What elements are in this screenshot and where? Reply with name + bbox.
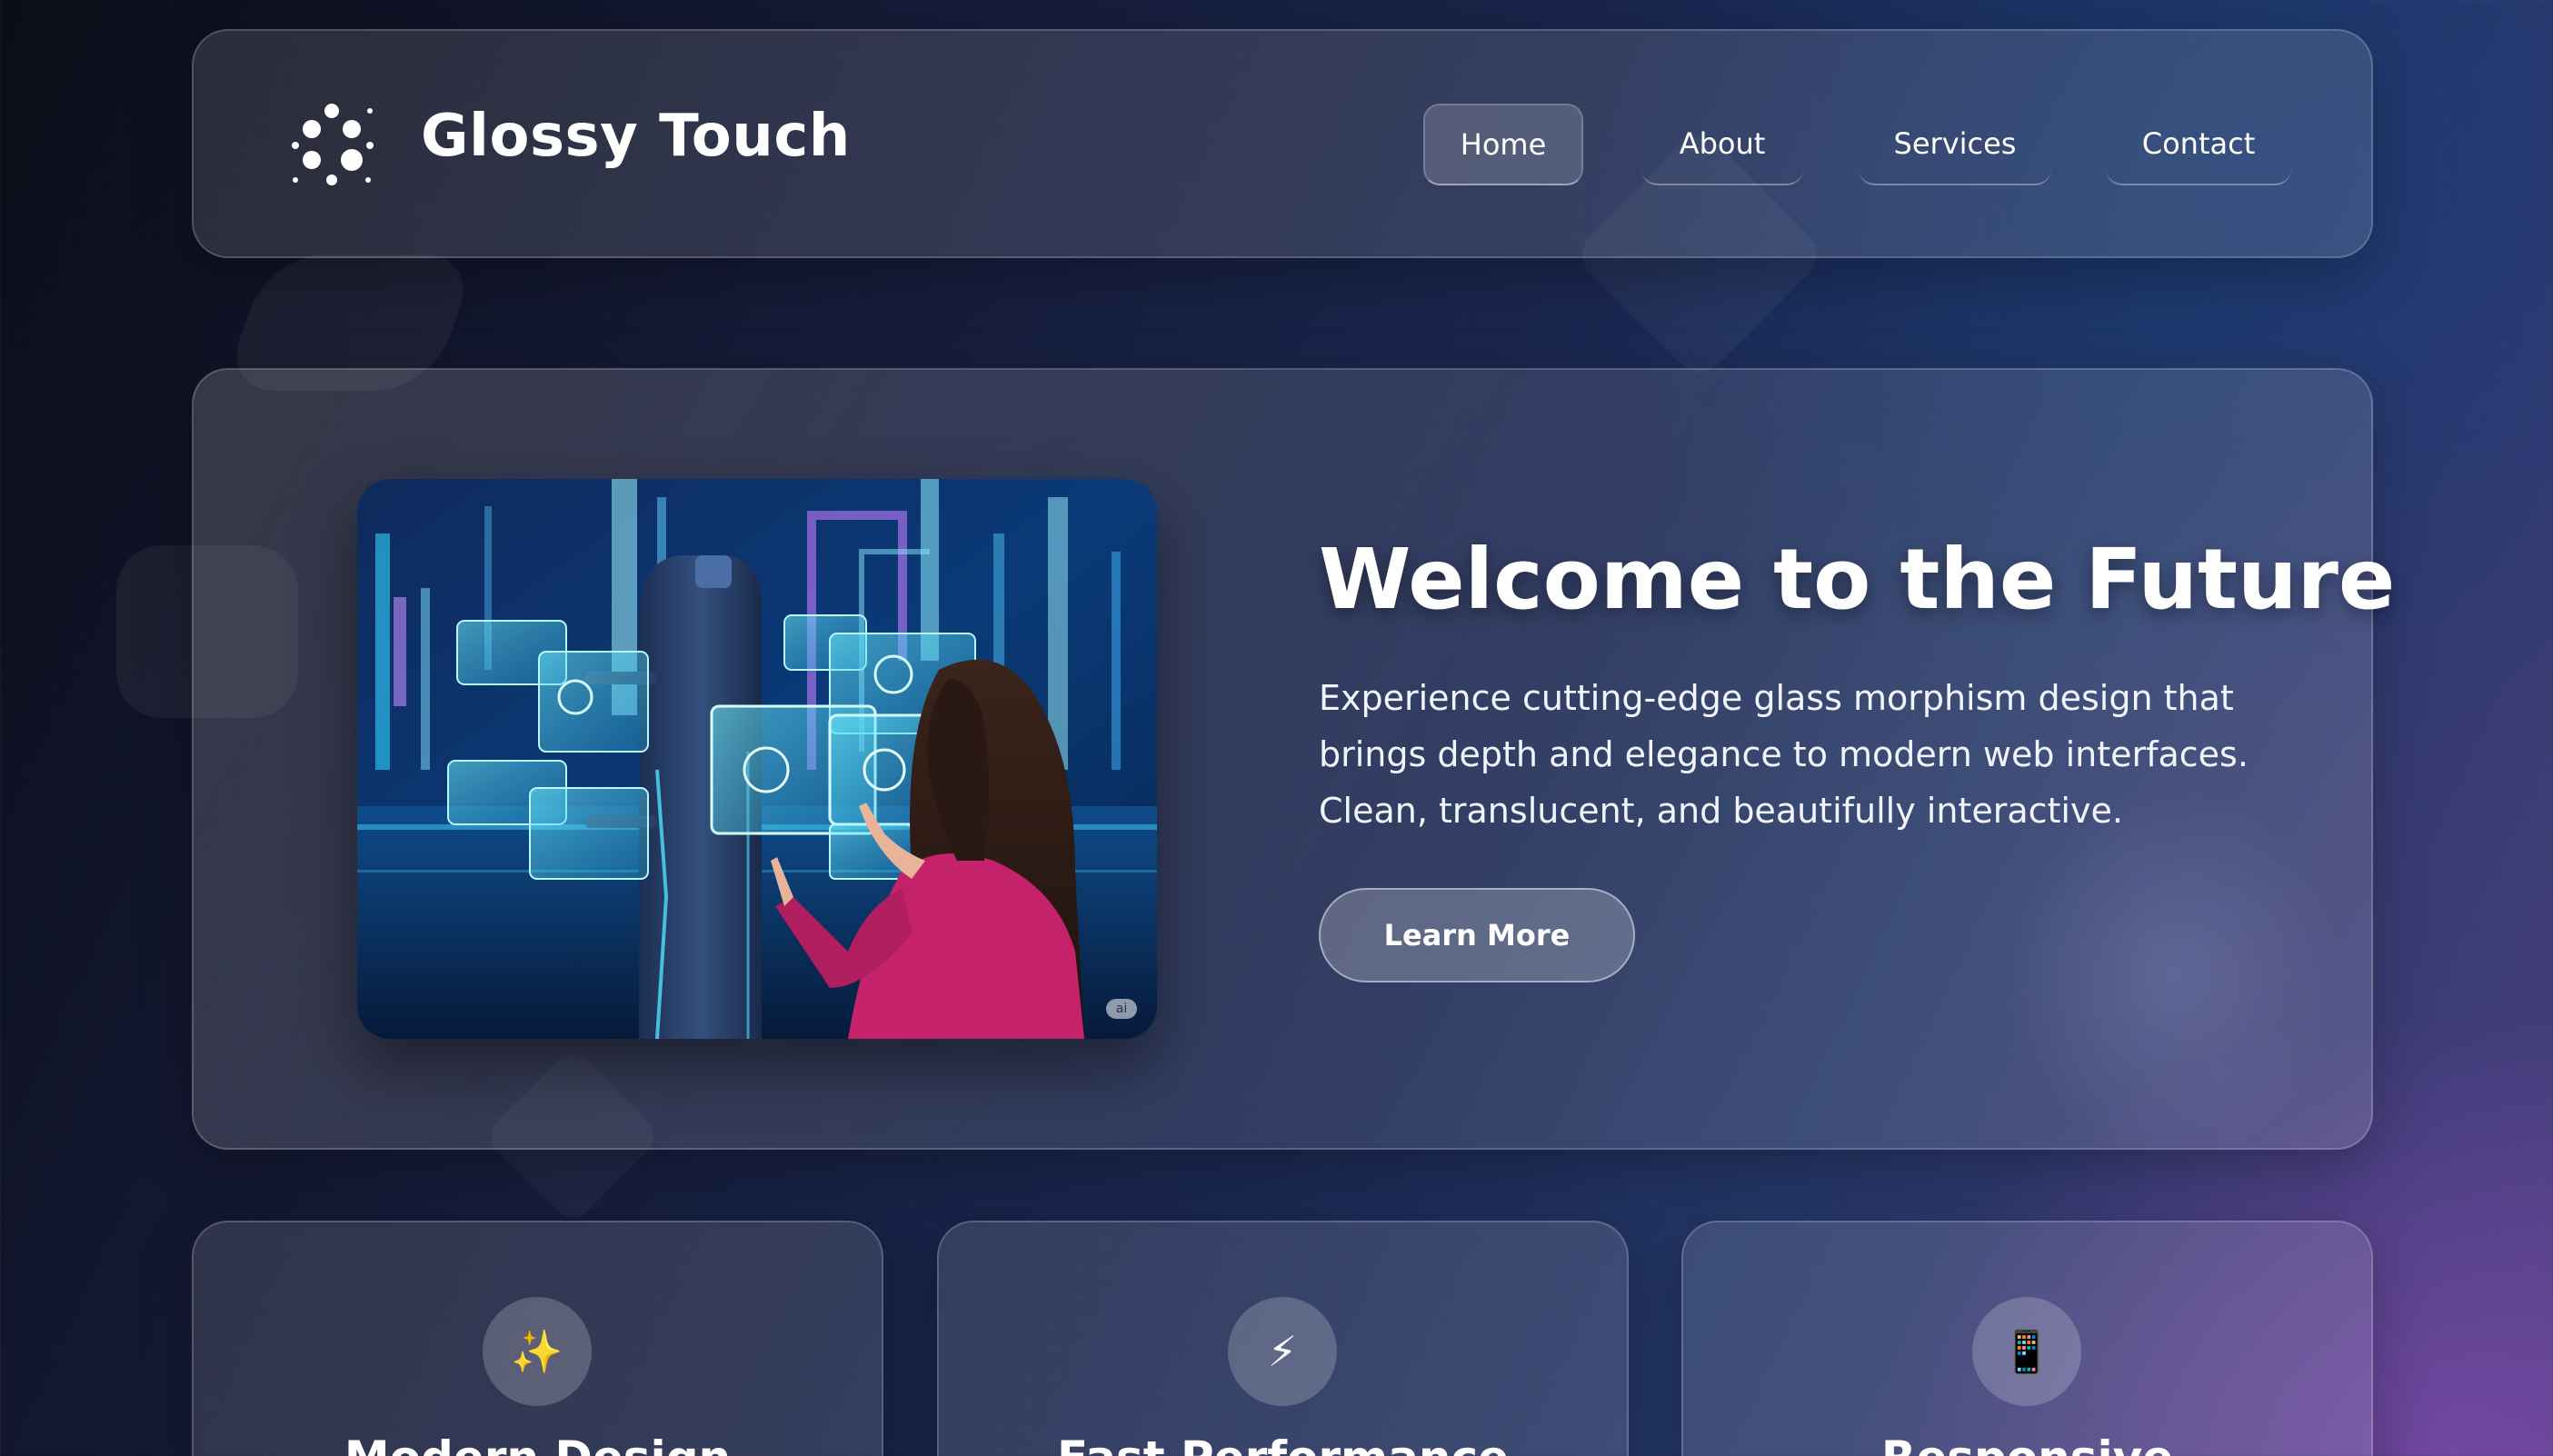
feature-card[interactable]: 📱 Responsive bbox=[1681, 1221, 2373, 1456]
learn-more-button[interactable]: Learn More bbox=[1319, 888, 1635, 982]
feature-card[interactable]: ✨ Modern Design bbox=[192, 1221, 883, 1456]
brand-name[interactable]: Glossy Touch bbox=[421, 107, 851, 165]
nav-home[interactable]: Home bbox=[1423, 104, 1583, 185]
nav-contact[interactable]: Contact bbox=[2106, 104, 2291, 185]
feature-title: Modern Design bbox=[194, 1431, 882, 1456]
ai-badge: ai bbox=[1106, 999, 1137, 1019]
mobile-phone-icon: 📱 bbox=[1972, 1297, 2081, 1406]
dots-circle-icon[interactable] bbox=[286, 98, 377, 189]
hero-section: ai Welcome to the Future Experience cutt… bbox=[192, 368, 2395, 1150]
hero-image: ai bbox=[357, 479, 1157, 1039]
feature-card[interactable]: ⚡ Fast Performance bbox=[937, 1221, 1629, 1456]
nav-about[interactable]: About bbox=[1641, 104, 1803, 185]
sparkles-icon: ✨ bbox=[483, 1297, 592, 1406]
lightning-icon: ⚡ bbox=[1228, 1297, 1337, 1406]
hero-title: Welcome to the Future bbox=[1319, 531, 2396, 628]
feature-title: Responsive bbox=[1683, 1431, 2371, 1456]
hero-description: Experience cutting-edge glass morphism d… bbox=[1319, 678, 2249, 831]
feature-title: Fast Performance bbox=[939, 1431, 1627, 1456]
site-header: Glossy Touch Home About Services Contact bbox=[192, 29, 2373, 258]
nav-services[interactable]: Services bbox=[1859, 104, 2051, 185]
